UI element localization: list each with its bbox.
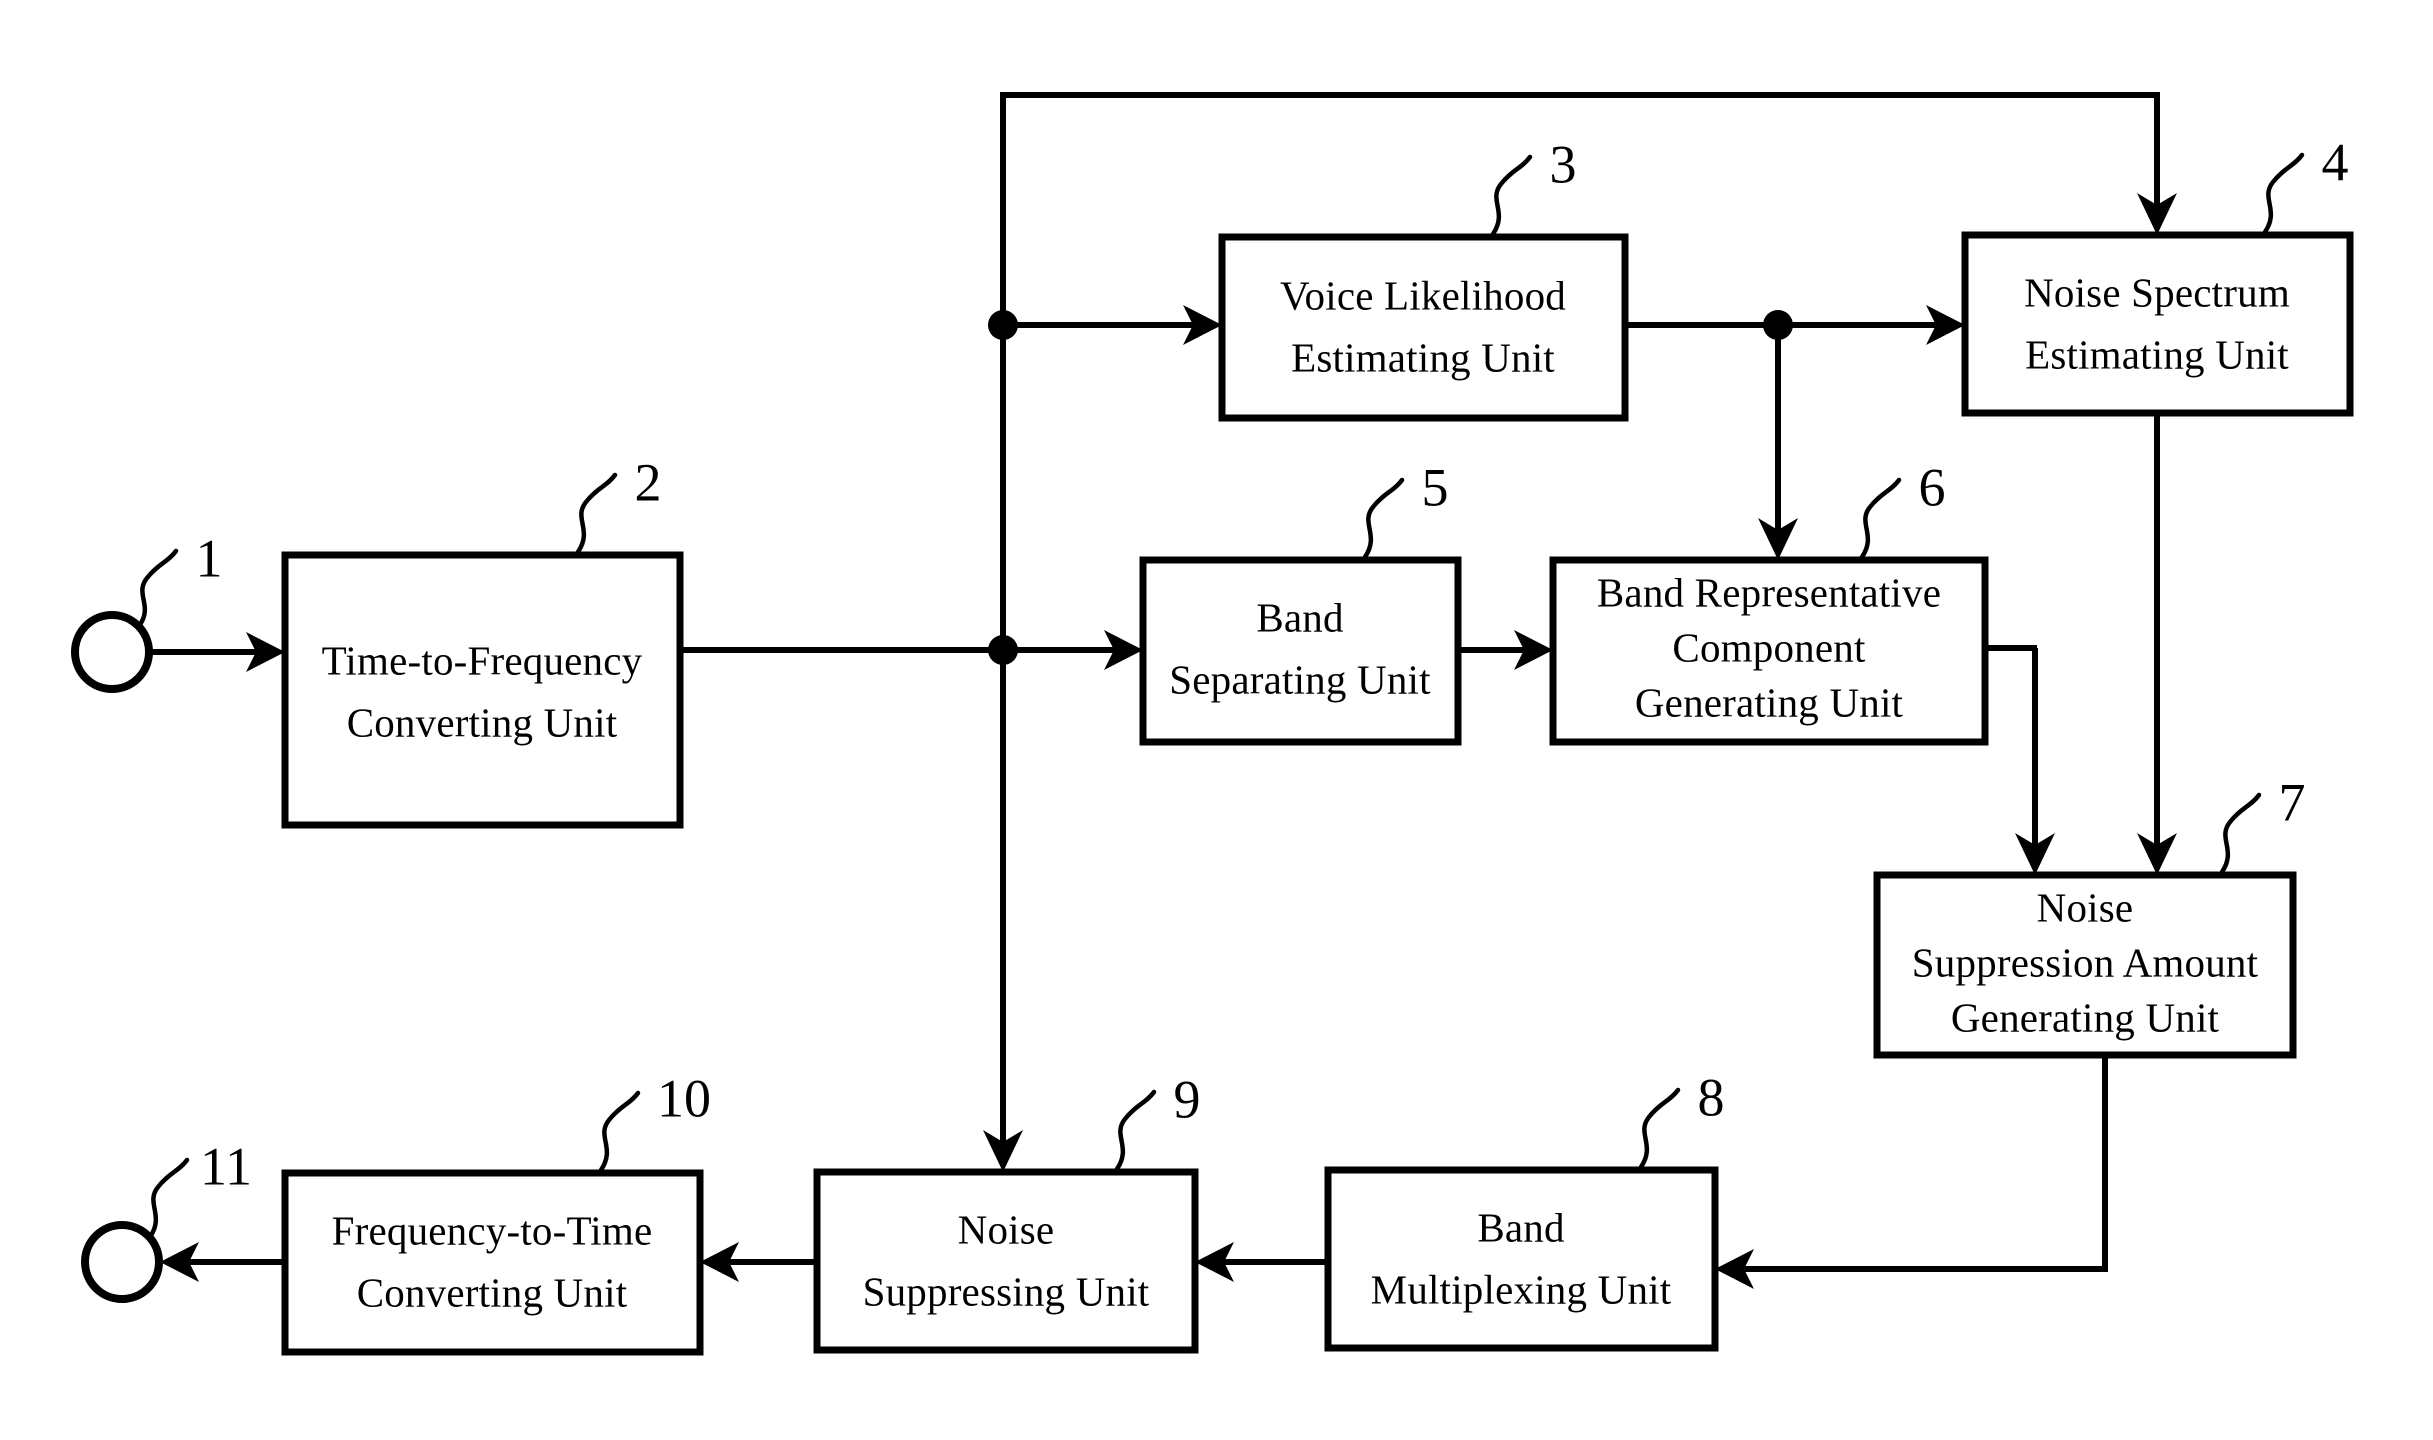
ref-number-4: 4	[2322, 132, 2349, 192]
ref-leader-7	[2219, 792, 2262, 875]
label-block-8-line1: Band	[1477, 1204, 1564, 1250]
block-band-multiplexing-unit[interactable]	[1324, 1166, 1719, 1352]
label-block-10-line2: Converting Unit	[357, 1269, 628, 1315]
label-block-5-line2: Separating Unit	[1169, 656, 1431, 702]
ref-leader-11	[147, 1157, 190, 1240]
ref-number-1: 1	[196, 528, 223, 588]
junction-dot-trunk-mid	[988, 635, 1018, 665]
label-block-6-line2: Component	[1672, 624, 1866, 670]
ref-number-11: 11	[200, 1136, 252, 1196]
label-block-6-line1: Band Representative	[1597, 569, 1941, 615]
ref-leader-1	[136, 548, 179, 629]
ref-leader-6	[1859, 477, 1902, 560]
ref-leader-4	[2262, 152, 2305, 235]
label-block-10-line1: Frequency-to-Time	[332, 1207, 653, 1253]
junction-dot-trunk-top	[988, 310, 1018, 340]
ref-number-3: 3	[1550, 134, 1577, 194]
junction-dot-block3-output	[1763, 310, 1793, 340]
wire-block2-to-block5	[680, 630, 1143, 670]
ref-leader-10	[598, 1090, 641, 1173]
block-noise-suppressing-unit[interactable]	[813, 1168, 1199, 1354]
label-block-4-line1: Noise Spectrum	[2024, 269, 2290, 315]
label-block-2-line2: Converting Unit	[347, 699, 618, 745]
ref-number-9: 9	[1174, 1069, 1201, 1129]
label-block-6-line3: Generating Unit	[1635, 679, 1904, 725]
ref-leader-9	[1114, 1089, 1157, 1172]
ref-leader-3	[1490, 154, 1533, 237]
wire-input-to-block2	[150, 632, 285, 672]
block-diagram-figure: Time-to-Frequency Converting Unit Voice …	[0, 0, 2433, 1440]
ref-leader-2	[575, 472, 618, 555]
label-block-7-line1: Noise	[2037, 884, 2134, 930]
wire-block9-to-block10	[700, 1242, 817, 1282]
ref-number-7: 7	[2279, 772, 2306, 832]
wire-block10-to-output	[160, 1242, 285, 1282]
block-noise-spectrum-estimating-unit[interactable]	[1961, 231, 2354, 417]
wire-block3-to-block6	[1758, 325, 1798, 560]
ref-leader-8	[1638, 1087, 1681, 1170]
wire-block8-to-block9	[1195, 1242, 1328, 1282]
label-block-5-line1: Band	[1256, 594, 1343, 640]
wire-block4-to-block7	[2137, 413, 2177, 875]
ref-number-2: 2	[635, 452, 662, 512]
output-terminal[interactable]	[81, 1221, 163, 1303]
label-block-4-line2: Estimating Unit	[2025, 331, 2289, 377]
wire-block7-to-block8	[1715, 1055, 2108, 1289]
ref-number-10: 10	[657, 1068, 711, 1128]
label-block-7-line2: Suppression Amount	[1912, 939, 2259, 985]
wire-block5-to-block6	[1458, 630, 1553, 670]
ref-number-6: 6	[1919, 457, 1946, 517]
label-block-9-line2: Suppressing Unit	[863, 1268, 1150, 1314]
block-voice-likelihood-estimating-unit[interactable]	[1218, 233, 1629, 422]
ref-number-5: 5	[1422, 457, 1449, 517]
wire-trunk-to-block3	[1003, 305, 1222, 345]
ref-number-8: 8	[1698, 1067, 1725, 1127]
block-time-to-frequency-converting-unit[interactable]	[281, 551, 684, 829]
label-block-7-line3: Generating Unit	[1951, 994, 2220, 1040]
block-band-separating-unit[interactable]	[1139, 556, 1462, 746]
label-block-8-line2: Multiplexing Unit	[1371, 1266, 1672, 1312]
ref-leader-5	[1362, 477, 1405, 560]
wire-block6-to-block7	[1985, 645, 2055, 875]
wire-main-trunk	[983, 95, 1023, 1172]
wire-feedback-to-block4	[1000, 92, 2177, 235]
label-block-2-line1: Time-to-Frequency	[322, 637, 643, 683]
wire-block3-to-block4	[1625, 305, 1965, 345]
label-block-9-line1: Noise	[958, 1206, 1055, 1252]
block-frequency-to-time-converting-unit[interactable]	[281, 1169, 704, 1356]
label-block-3-line1: Voice Likelihood	[1280, 272, 1566, 318]
diagram-canvas: Time-to-Frequency Converting Unit Voice …	[71, 92, 2354, 1356]
label-block-3-line2: Estimating Unit	[1291, 334, 1555, 380]
